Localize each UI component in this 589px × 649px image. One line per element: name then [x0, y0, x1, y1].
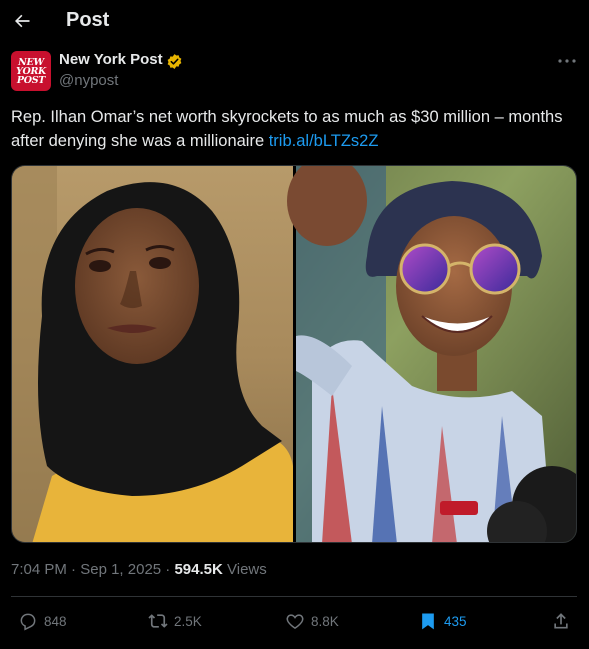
author-handle[interactable]: @nypost: [59, 72, 118, 89]
repost-icon: [148, 614, 168, 628]
media-photo-collage: [12, 166, 576, 542]
back-button[interactable]: [8, 6, 36, 36]
share-icon: [554, 613, 568, 629]
repost-count: 2.5K: [174, 613, 202, 629]
meta-separator: ·: [165, 561, 171, 578]
post-meta: 7:04 PM · Sep 1, 2025 · 594.5K Views: [11, 561, 267, 578]
like-button[interactable]: 8.8K: [285, 608, 339, 634]
repost-button[interactable]: 2.5K: [148, 608, 202, 634]
bookmark-icon: [422, 613, 434, 630]
post-page: Post NEW YORK POST New York Post @nypost…: [0, 0, 589, 649]
reply-icon: [20, 613, 36, 631]
bookmark-button[interactable]: 435: [418, 608, 467, 634]
post-link[interactable]: trib.al/bLTZs2Z: [269, 132, 379, 150]
bookmark-count: 435: [444, 613, 467, 629]
arrow-left-icon: [15, 14, 30, 28]
like-count: 8.8K: [311, 613, 339, 629]
post-media-image[interactable]: [11, 165, 577, 543]
heart-icon: [286, 614, 304, 629]
avatar-logo-text: POST: [16, 74, 46, 86]
page-title: Post: [66, 9, 110, 31]
post-date[interactable]: Sep 1, 2025: [80, 561, 161, 578]
meta-separator: ·: [71, 561, 77, 578]
post-text: Rep. Ilhan Omar’s net worth skyrockets t…: [11, 105, 576, 153]
top-bar: Post: [0, 0, 589, 44]
author-name[interactable]: New York Post: [59, 51, 163, 68]
views-count: 594.5K: [174, 561, 223, 578]
divider: [11, 596, 577, 597]
share-button[interactable]: [551, 608, 577, 634]
reply-count: 848: [44, 613, 67, 629]
post-time[interactable]: 7:04 PM: [11, 561, 67, 578]
more-options-icon[interactable]: [556, 52, 578, 70]
views-label: Views: [227, 561, 267, 578]
verified-badge-icon: [167, 54, 182, 69]
reply-button[interactable]: 848: [18, 608, 67, 634]
avatar[interactable]: NEW YORK POST: [11, 51, 51, 91]
